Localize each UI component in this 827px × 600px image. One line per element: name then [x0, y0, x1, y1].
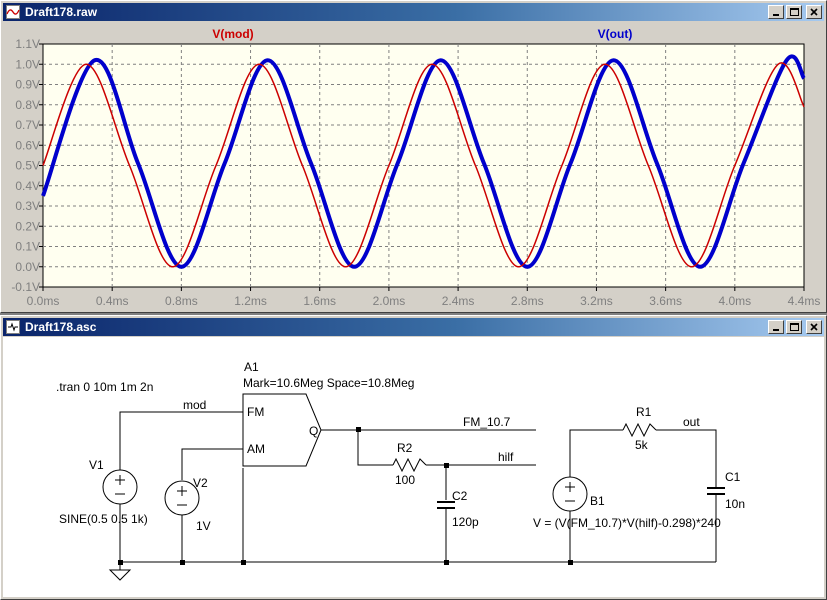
x-tick-label: 4.4ms [788, 294, 821, 308]
wire-to-r2[interactable] [357, 430, 393, 466]
v2-name-label[interactable]: V2 [193, 476, 208, 490]
x-tick-label: 1.6ms [303, 294, 336, 308]
schematic-window-title: Draft178.asc [25, 320, 97, 334]
schematic-maximize-button[interactable] [786, 320, 802, 334]
wire-out[interactable] [656, 429, 717, 487]
v1-value-label[interactable]: SINE(0.5 0.5 1k) [59, 512, 148, 526]
net-label-out[interactable]: out [683, 415, 700, 429]
waveform-window: Draft178.raw 0.0ms 0.4ms 0.8ms 1.2ms 1.6ms 2.… [0, 0, 827, 313]
x-tick-label: 0.0ms [27, 294, 60, 308]
waveform-maximize-button[interactable] [786, 5, 802, 19]
y-tick-label: 0.3V [15, 199, 40, 213]
schematic-canvas[interactable]: .tran 0 10m 1m 2n A1 Mark=10.6Meg Space=… [3, 337, 824, 597]
r1-value-label[interactable]: 5k [635, 438, 649, 452]
a1-am-pin-label: AM [247, 442, 265, 456]
schematic-drawing[interactable]: .tran 0 10m 1m 2n A1 Mark=10.6Meg Space=… [3, 337, 824, 597]
y-tick-label: 0.7V [15, 118, 40, 132]
schematic-titlebar[interactable]: Draft178.asc [3, 318, 824, 336]
waveform-client: 0.0ms 0.4ms 0.8ms 1.2ms 1.6ms 2.0ms 2.4ms 2.8ms… [3, 22, 824, 310]
y-tick-label: 1.1V [15, 37, 40, 51]
x-tick-label: 1.2ms [234, 294, 267, 308]
v1-source-icon[interactable] [102, 469, 138, 505]
b1-name-label[interactable]: B1 [590, 494, 605, 508]
schematic-app-icon[interactable] [6, 320, 20, 334]
tran-directive[interactable]: .tran 0 10m 1m 2n [56, 380, 153, 394]
c1-capacitor-icon[interactable] [707, 487, 725, 495]
waveform-titlebar[interactable]: Draft178.raw [3, 3, 824, 21]
minimize-icon [773, 14, 779, 16]
x-tick-label: 2.8ms [511, 294, 544, 308]
trace-label-out[interactable]: V(out) [598, 27, 633, 41]
r2-resistor-icon[interactable] [392, 457, 427, 473]
y-tick-label: 0.0V [15, 260, 40, 274]
ground-icon[interactable] [108, 569, 132, 581]
a1-q-pin-label: Q [309, 424, 318, 438]
b1-source-icon[interactable] [552, 476, 588, 512]
waveform-plot[interactable]: 0.0ms 0.4ms 0.8ms 1.2ms 1.6ms 2.0ms 2.4ms 2.8ms… [3, 22, 824, 310]
r1-name-label[interactable]: R1 [636, 405, 652, 419]
trace-label-mod[interactable]: V(mod) [212, 27, 253, 41]
y-tick-label: 1.0V [15, 57, 40, 71]
x-tick-label: 2.4ms [442, 294, 475, 308]
b1-expression-label[interactable]: V = (V(FM_10.7)*V(hilf)-0.298)*240 [533, 516, 721, 530]
r1-resistor-icon[interactable] [622, 422, 657, 438]
maximize-icon [790, 8, 799, 16]
y-tick-label: -0.1V [11, 280, 40, 294]
y-tick-label: 0.5V [15, 159, 40, 173]
schematic-close-button[interactable] [806, 320, 822, 334]
x-tick-label: 4.0ms [718, 294, 751, 308]
a1-params-label[interactable]: Mark=10.6Meg Space=10.8Meg [243, 376, 414, 390]
schematic-minimize-button[interactable] [768, 320, 784, 334]
v2-value-label[interactable]: 1V [196, 519, 211, 533]
waveform-app-icon[interactable] [6, 5, 20, 19]
x-tick-label: 3.2ms [580, 294, 613, 308]
y-tick-label: 0.2V [15, 219, 40, 233]
x-tick-label: 0.8ms [165, 294, 198, 308]
c2-name-label[interactable]: C2 [452, 489, 468, 503]
y-tick-label: 0.9V [15, 78, 40, 92]
y-tick-label: 0.6V [15, 138, 40, 152]
a1-name-label[interactable]: A1 [244, 360, 259, 374]
close-icon [810, 8, 818, 16]
waveform-close-button[interactable] [806, 5, 822, 19]
x-tick-label: 3.6ms [649, 294, 682, 308]
c2-value-label[interactable]: 120p [452, 515, 479, 529]
c1-name-label[interactable]: C1 [725, 470, 741, 484]
schematic-window: Draft178.asc .tran 0 10m 1m 2n A1 Mark=1… [0, 315, 827, 600]
y-tick-label: 0.1V [15, 240, 40, 254]
a1-fm-pin-label: FM [247, 405, 264, 419]
r2-name-label[interactable]: R2 [397, 441, 413, 455]
y-tick-label: 0.8V [15, 98, 40, 112]
net-label-hilf[interactable]: hilf [498, 450, 514, 464]
wire-b1-r1[interactable] [569, 429, 623, 477]
waveform-window-title: Draft178.raw [25, 5, 98, 19]
x-tick-label: 0.4ms [96, 294, 129, 308]
wire-am[interactable] [181, 448, 243, 480]
minimize-icon [773, 329, 779, 331]
r2-value-label[interactable]: 100 [395, 473, 415, 487]
v1-name-label[interactable]: V1 [89, 458, 104, 472]
maximize-icon [790, 323, 799, 331]
close-icon [810, 323, 818, 331]
y-tick-label: 0.4V [15, 179, 40, 193]
net-label-mod[interactable]: mod [183, 398, 206, 412]
wires [119, 411, 717, 570]
waveform-minimize-button[interactable] [768, 5, 784, 19]
x-tick-label: 2.0ms [373, 294, 406, 308]
net-label-fm[interactable]: FM_10.7 [463, 415, 511, 429]
c1-value-label[interactable]: 10n [725, 497, 745, 511]
